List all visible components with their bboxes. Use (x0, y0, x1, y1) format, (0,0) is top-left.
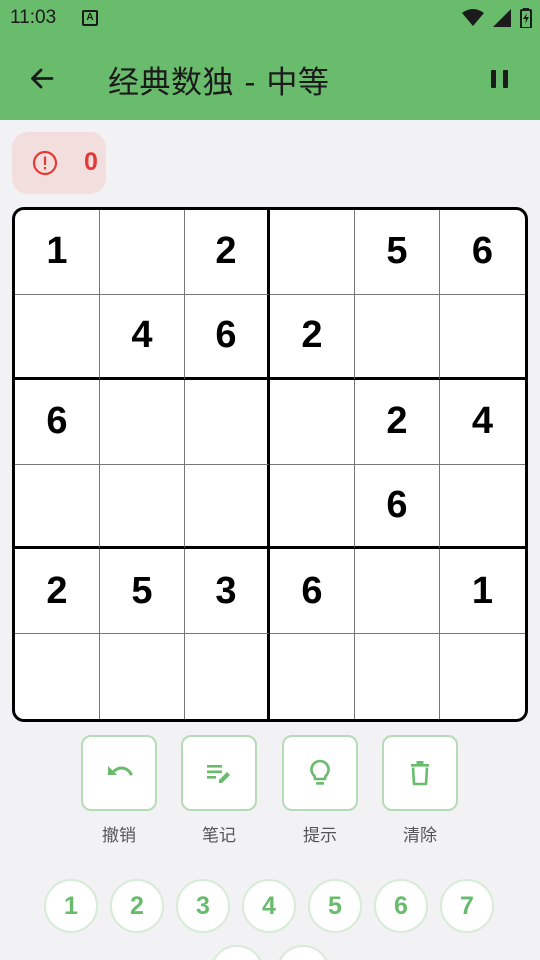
sudoku-cell[interactable] (15, 634, 100, 719)
clear-button[interactable] (382, 735, 458, 811)
sudoku-cell[interactable]: 4 (440, 380, 525, 465)
note-label: 笔记 (202, 826, 236, 846)
sudoku-cell[interactable] (15, 464, 100, 550)
tool-bar: 撤销 笔记 提示 清除 (0, 735, 540, 846)
arrow-back-icon (31, 68, 54, 89)
sudoku-cell[interactable] (100, 210, 185, 295)
sudoku-cell[interactable] (185, 634, 270, 719)
note-tool: 笔记 (181, 735, 257, 846)
hint-label: 提示 (303, 826, 337, 846)
sudoku-cell[interactable]: 3 (185, 549, 270, 635)
number-button-3[interactable]: 3 (176, 879, 230, 933)
sudoku-cell[interactable] (185, 464, 270, 550)
error-alert-icon (32, 150, 58, 176)
sudoku-cell[interactable] (355, 549, 440, 635)
number-button-5[interactable]: 5 (308, 879, 362, 933)
sudoku-cell[interactable] (270, 464, 355, 550)
note-button[interactable] (181, 735, 257, 811)
hint-tool: 提示 (282, 735, 358, 846)
app-bar: 经典数独 - 中等 (0, 38, 540, 120)
error-count: 0 (84, 148, 98, 176)
sudoku-cell[interactable]: 6 (270, 549, 355, 635)
sudoku-cell[interactable]: 6 (355, 464, 440, 550)
sudoku-cell[interactable] (440, 295, 525, 380)
error-counter-badge: 0 (12, 132, 106, 194)
number-button-4[interactable]: 4 (242, 879, 296, 933)
clear-label: 清除 (403, 826, 437, 846)
trash-icon (411, 761, 429, 786)
sudoku-cell[interactable] (15, 294, 100, 380)
pause-button[interactable] (482, 61, 518, 97)
undo-tool: 撤销 (81, 735, 157, 846)
back-button[interactable] (22, 59, 62, 99)
undo-button[interactable] (81, 735, 157, 811)
sudoku-cell[interactable]: 1 (15, 210, 100, 295)
sudoku-cell[interactable] (440, 465, 525, 550)
app-notification-icon: A (82, 10, 98, 26)
undo-icon (108, 766, 133, 776)
battery-icon (520, 7, 532, 28)
sudoku-cell[interactable]: 5 (355, 210, 440, 295)
cell-signal-icon (492, 8, 511, 27)
number-button-9[interactable]: 9 (276, 945, 330, 960)
status-icons (458, 7, 532, 29)
sudoku-cell[interactable] (185, 379, 270, 465)
sudoku-cell[interactable]: 5 (100, 549, 185, 635)
note-edit-icon (207, 765, 230, 783)
sudoku-cell[interactable]: 6 (185, 294, 270, 380)
sudoku-cell[interactable]: 4 (100, 294, 185, 380)
sudoku-grid: 1256462624625361 (15, 210, 525, 719)
sudoku-cell[interactable] (100, 379, 185, 465)
number-button-2[interactable]: 2 (110, 879, 164, 933)
number-button-8[interactable]: 8 (210, 945, 264, 960)
pause-icon (491, 70, 508, 88)
undo-label: 撤销 (102, 826, 136, 846)
number-button-1[interactable]: 1 (44, 879, 98, 933)
sudoku-cell[interactable]: 2 (270, 294, 355, 380)
sudoku-cell[interactable] (270, 379, 355, 465)
sudoku-cell[interactable]: 1 (440, 549, 525, 635)
clear-tool: 清除 (382, 735, 458, 846)
sudoku-cell[interactable] (270, 634, 355, 719)
sudoku-cell[interactable] (355, 294, 440, 380)
status-bar: 11:03 A (0, 0, 540, 38)
sudoku-cell[interactable] (440, 634, 525, 719)
sudoku-cell[interactable] (100, 634, 185, 719)
status-time: 11:03 (10, 7, 57, 28)
sudoku-cell[interactable]: 6 (440, 210, 525, 295)
number-button-6[interactable]: 6 (374, 879, 428, 933)
lightbulb-icon (310, 759, 330, 785)
page-title: 经典数独 - 中等 (108, 65, 330, 101)
sudoku-board: 1256462624625361 (12, 207, 528, 722)
sudoku-cell[interactable]: 6 (15, 379, 100, 465)
sudoku-cell[interactable] (100, 464, 185, 550)
number-button-7[interactable]: 7 (440, 879, 494, 933)
sudoku-cell[interactable]: 2 (355, 379, 440, 465)
sudoku-cell[interactable]: 2 (185, 210, 270, 295)
sudoku-cell[interactable] (270, 210, 355, 295)
sudoku-cell[interactable]: 2 (15, 549, 100, 635)
number-pad: 1 2 3 4 5 6 7 8 9 (0, 878, 540, 960)
hint-button[interactable] (282, 735, 358, 811)
wifi-icon (461, 8, 484, 26)
sudoku-cell[interactable] (355, 634, 440, 719)
